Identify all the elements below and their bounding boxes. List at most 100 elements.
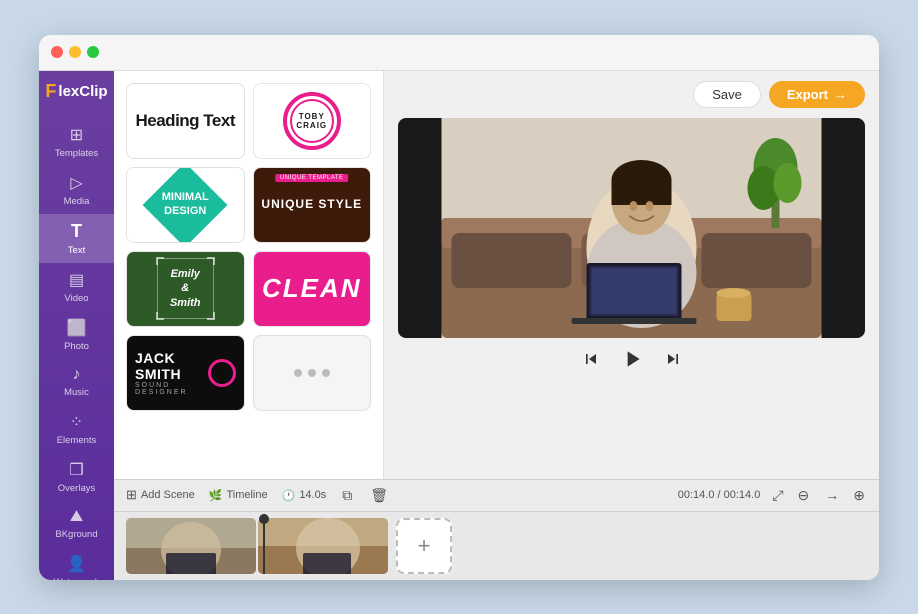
sidebar-item-text[interactable]: T Text	[39, 214, 114, 263]
media-icon: ▷	[70, 173, 82, 193]
timeline-area: ⊞ Add Scene 🌿 Timeline 🕐 14.0s ⧉ 🗑 00:	[114, 479, 879, 580]
play-icon	[619, 346, 645, 372]
add-clip-plus-icon: +	[418, 533, 431, 559]
editor-area: Heading Text TOBY CRAIG	[114, 71, 879, 479]
unique-badge: UNIQUE TEMPLATE	[275, 174, 349, 182]
expand-button[interactable]: ⤢	[770, 485, 785, 506]
sidebar-item-music[interactable]: ♪ Music	[39, 359, 114, 405]
skip-back-button[interactable]	[581, 349, 601, 369]
sidebar-item-media[interactable]: ▷ Media	[39, 166, 114, 214]
sidebar-label-text: Text	[68, 245, 85, 256]
zoom-in-button[interactable]: →	[823, 485, 841, 505]
templates-panel: Heading Text TOBY CRAIG	[114, 71, 384, 479]
logo-text: lexClip	[58, 83, 107, 100]
add-scene-button[interactable]: ⊞ Add Scene	[126, 487, 195, 503]
save-button[interactable]: Save	[693, 81, 761, 108]
timeline-button[interactable]: 🌿 Timeline	[209, 489, 268, 502]
toby-circle: TOBY CRAIG	[283, 92, 341, 150]
traffic-lights	[51, 46, 99, 58]
template-card-heading[interactable]: Heading Text	[126, 83, 245, 159]
overlays-icon: ❒	[69, 460, 83, 480]
skip-forward-button[interactable]	[663, 349, 683, 369]
timeline-label: Timeline	[226, 489, 267, 501]
main-content: Heading Text TOBY CRAIG	[114, 71, 879, 580]
bkground-icon: ⛰	[70, 508, 83, 526]
sidebar-item-photo[interactable]: ⬜ Photo	[39, 311, 114, 359]
minimal-inner: MINIMAL DESIGN	[127, 168, 244, 242]
sidebar-item-bkground[interactable]: ⛰ BKground	[39, 501, 114, 547]
video-scene-svg	[398, 118, 865, 338]
clean-text: CLEAN	[262, 273, 362, 304]
template-card-unique[interactable]: UNIQUE TEMPLATE UNIQUE STYLE	[253, 167, 372, 243]
add-scene-icon: ⊞	[126, 487, 137, 503]
maximize-button[interactable]	[87, 46, 99, 58]
toby-top-text: TOBY	[299, 112, 325, 121]
dot-1	[294, 369, 302, 377]
add-scene-label: Add Scene	[141, 489, 195, 501]
template-card-jack[interactable]: JACK SMITH SOUND DESIGNER	[126, 335, 245, 411]
jack-subtitle-text: SOUND DESIGNER	[135, 382, 202, 396]
video-preview[interactable]	[398, 118, 865, 338]
app-body: F lexClip ⊞ Templates ▷ Media T Text ▤ V…	[39, 71, 879, 580]
sidebar-label-watermark: Watermark	[53, 577, 99, 580]
more-dots	[294, 369, 330, 377]
export-button[interactable]: Export →	[769, 81, 865, 108]
time-display: 00:14.0 / 00:14.0	[678, 489, 761, 501]
unique-style-text: UNIQUE STYLE	[261, 197, 362, 213]
app-logo: F lexClip	[45, 81, 107, 102]
video-controls	[398, 338, 865, 380]
dot-3	[322, 369, 330, 377]
export-arrow-icon: →	[834, 87, 847, 102]
add-clip-button[interactable]: +	[396, 518, 452, 574]
heading-text-label: Heading Text	[136, 111, 235, 131]
toby-inner: TOBY CRAIG	[290, 99, 334, 143]
jack-circle	[208, 359, 236, 387]
templates-icon: ⊞	[70, 125, 83, 145]
elements-icon: ⁘	[70, 412, 83, 432]
sidebar-label-media: Media	[64, 196, 90, 207]
template-card-clean[interactable]: CLEAN	[253, 251, 372, 327]
template-card-emily[interactable]: Emily & Smith	[126, 251, 245, 327]
sidebar-label-elements: Elements	[57, 435, 97, 446]
sidebar-label-video: Video	[64, 293, 88, 304]
emily-border: Emily & Smith	[157, 258, 214, 319]
sidebar: F lexClip ⊞ Templates ▷ Media T Text ▤ V…	[39, 71, 114, 580]
toby-bottom-text: CRAIG	[296, 121, 327, 130]
title-bar	[39, 35, 879, 71]
minimize-button[interactable]	[69, 46, 81, 58]
play-button[interactable]	[619, 346, 645, 372]
close-button[interactable]	[51, 46, 63, 58]
photo-icon: ⬜	[67, 318, 87, 338]
sidebar-item-video[interactable]: ▤ Video	[39, 263, 114, 311]
fullscreen-button[interactable]: ⊕	[851, 485, 867, 506]
zoom-out-button[interactable]: ⊖	[796, 485, 812, 506]
jack-name-text: JACK SMITH	[135, 350, 202, 382]
sidebar-item-elements[interactable]: ⁘ Elements	[39, 405, 114, 453]
timeline-track: +	[114, 512, 879, 580]
sidebar-label-overlays: Overlays	[58, 483, 95, 494]
template-card-more[interactable]	[253, 335, 372, 411]
skip-back-icon	[581, 349, 601, 369]
template-card-minimal[interactable]: MINIMAL DESIGN	[126, 167, 245, 243]
sidebar-label-photo: Photo	[64, 341, 89, 352]
watermark-icon: 👤	[67, 554, 87, 574]
timeline-clip-1[interactable]	[126, 518, 256, 574]
clock-icon: 🕐	[282, 489, 296, 502]
delete-button[interactable]: 🗑	[368, 485, 390, 506]
logo-f: F	[45, 81, 56, 102]
text-icon: T	[71, 221, 82, 242]
copy-button[interactable]: ⧉	[340, 485, 354, 506]
timeline-needle[interactable]	[263, 514, 265, 574]
sidebar-item-templates[interactable]: ⊞ Templates	[39, 118, 114, 166]
clip-1-thumbnail	[126, 518, 256, 574]
minimal-text: MINIMAL DESIGN	[162, 191, 209, 217]
sidebar-label-bkground: BKground	[55, 529, 97, 540]
sidebar-item-overlays[interactable]: ❒ Overlays	[39, 453, 114, 501]
app-window: F lexClip ⊞ Templates ▷ Media T Text ▤ V…	[39, 35, 879, 580]
timeline-clip-2[interactable]	[258, 518, 388, 574]
sidebar-item-watermark[interactable]: 👤 Watermark	[39, 547, 114, 580]
template-card-toby[interactable]: TOBY CRAIG	[253, 83, 372, 159]
timeline-tree-icon: 🌿	[209, 489, 223, 502]
preview-image	[398, 118, 865, 338]
templates-grid: Heading Text TOBY CRAIG	[126, 83, 371, 411]
